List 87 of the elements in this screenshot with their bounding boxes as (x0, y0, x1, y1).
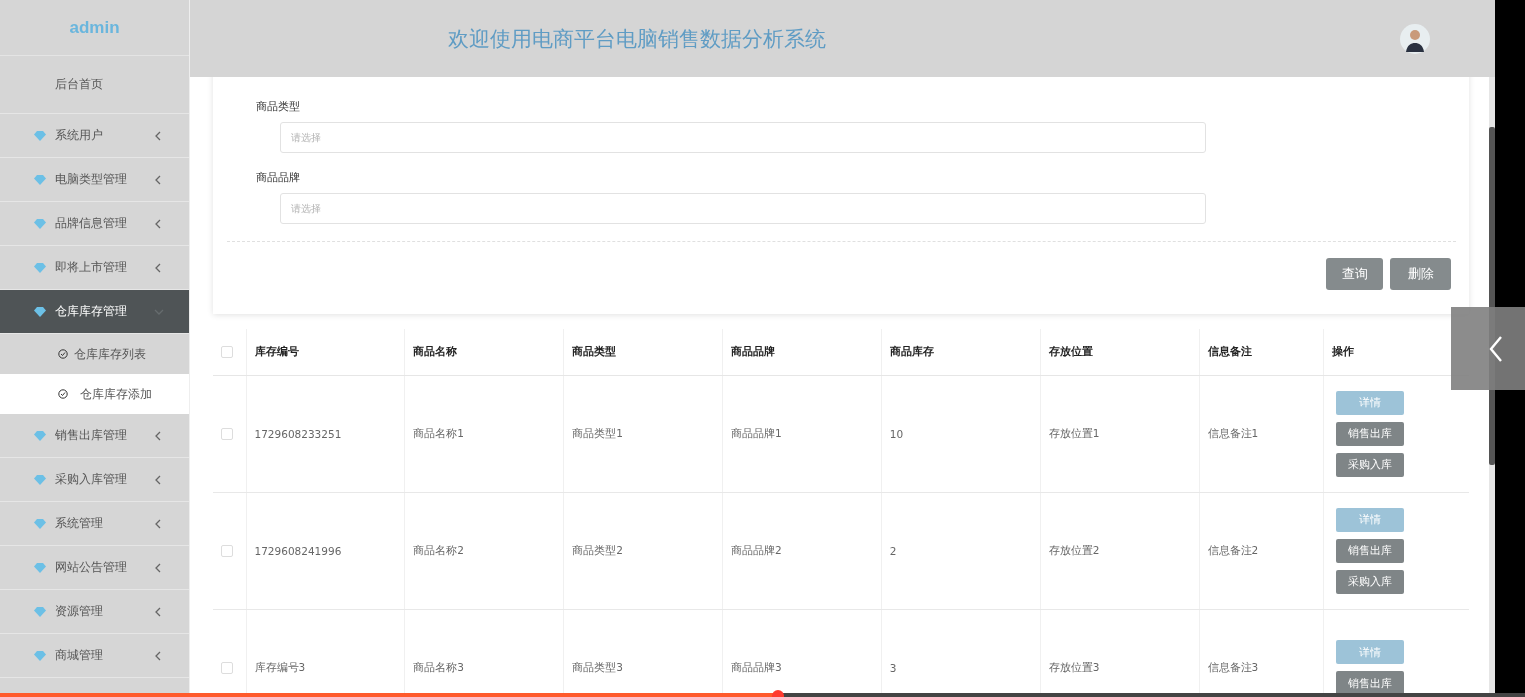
sidebar-item[interactable]: 销售出库管理 (0, 414, 189, 458)
chevron-left-icon (1489, 335, 1503, 362)
checkbox[interactable] (221, 545, 233, 557)
sidebar-item[interactable]: 仓库库存管理 (0, 290, 189, 334)
chevron-icon (155, 218, 161, 229)
chevron-icon (155, 262, 161, 273)
sidebar-item[interactable]: 网站公告管理 (0, 546, 189, 590)
checkbox[interactable] (221, 428, 233, 440)
chevron-icon (155, 430, 161, 441)
table-cell: 商品名称2 (413, 543, 464, 556)
table-cell: 存放位置1 (1048, 426, 1100, 439)
sidebar-item[interactable]: 系统用户 (0, 114, 189, 158)
table-cell: 商品品牌3 (731, 660, 782, 673)
select-field[interactable]: 请选择 (280, 193, 1206, 224)
table-cell: 10 (889, 427, 904, 440)
table-cell: 信息备注2 (1207, 543, 1259, 556)
table-cell: 3 (889, 661, 897, 674)
table-cell: 商品类型3 (572, 660, 623, 673)
action-button[interactable]: 采购入库 (1335, 569, 1404, 594)
diamond-icon (34, 430, 46, 441)
column-header: 商品品牌 (731, 344, 775, 357)
field-label: 商品品牌 (256, 170, 301, 185)
table-cell: 商品名称1 (413, 426, 464, 439)
brand-name: admin (0, 0, 189, 56)
column-header: 商品名称 (413, 344, 458, 357)
diamond-icon (34, 606, 46, 617)
sidebar-item[interactable]: 商城管理 (0, 634, 189, 678)
check-circle-icon (58, 349, 68, 359)
table-cell: 信息备注3 (1207, 660, 1259, 673)
checkbox[interactable] (221, 662, 233, 674)
column-header: 操作 (1331, 344, 1354, 357)
diamond-icon (34, 306, 46, 317)
table-cell: 库存编号3 (254, 660, 306, 673)
diamond-icon (34, 262, 46, 273)
sidebar-item[interactable]: 采购入库管理 (0, 458, 189, 502)
diamond-icon (34, 130, 46, 141)
action-button[interactable]: 采购入库 (1335, 452, 1404, 477)
action-button[interactable]: 销售出库 (1335, 421, 1404, 446)
diamond-icon (34, 650, 46, 661)
table-cell: 商品类型2 (572, 543, 623, 556)
action-button[interactable]: 销售出库 (1335, 538, 1404, 563)
checkbox[interactable] (221, 346, 233, 359)
column-header: 信息备注 (1207, 344, 1252, 357)
sidebar-item[interactable]: 资源管理 (0, 590, 189, 634)
table-cell: 2 (889, 544, 897, 557)
action-button[interactable]: 销售出库 (1335, 671, 1404, 695)
column-header: 商品库存 (889, 344, 934, 357)
sidebar-item[interactable]: 后台首页 (0, 56, 189, 114)
table-cell: 存放位置2 (1048, 543, 1100, 556)
table-cell: 存放位置3 (1048, 660, 1100, 673)
field-label: 商品类型 (256, 99, 301, 114)
table-cell: 商品名称3 (413, 660, 464, 673)
diamond-icon (34, 218, 46, 229)
column-header: 存放位置 (1048, 344, 1093, 357)
chevron-icon (155, 130, 161, 141)
diamond-icon (34, 174, 46, 185)
chevron-icon (154, 308, 164, 315)
column-header: 商品类型 (572, 344, 617, 357)
table-cell: 信息备注1 (1207, 426, 1259, 439)
video-progress-bar[interactable] (0, 693, 1525, 697)
submenu-item[interactable]: 仓库库存添加 (0, 374, 189, 414)
sidebar-item[interactable]: 系统管理 (0, 502, 189, 546)
diamond-icon (34, 518, 46, 529)
chevron-icon (155, 606, 161, 617)
select-field[interactable]: 请选择 (280, 122, 1206, 153)
chevron-icon (155, 650, 161, 661)
chevron-icon (155, 174, 161, 185)
table-cell: 1729608241996 (254, 544, 342, 557)
table-cell: 商品品牌2 (731, 543, 782, 556)
drawer-toggle[interactable] (1451, 307, 1525, 390)
chevron-icon (155, 518, 161, 529)
diamond-icon (34, 562, 46, 573)
sidebar-item[interactable]: 电脑类型管理 (0, 158, 189, 202)
chevron-icon (155, 562, 161, 573)
table-cell: 商品品牌1 (731, 426, 782, 439)
table-cell: 商品类型1 (572, 426, 623, 439)
diamond-icon (34, 474, 46, 485)
form-button[interactable]: 查询 (1326, 258, 1383, 290)
chevron-icon (155, 474, 161, 485)
avatar-icon[interactable] (1400, 23, 1430, 54)
table-cell: 1729608233251 (254, 427, 342, 440)
sidebar-item[interactable]: 品牌信息管理 (0, 202, 189, 246)
check-circle-icon (58, 389, 68, 399)
column-header: 库存编号 (254, 344, 299, 357)
page-title: 欢迎使用电商平台电脑销售数据分析系统 (448, 25, 827, 53)
form-button[interactable]: 删除 (1390, 258, 1451, 290)
progress-handle[interactable] (771, 690, 784, 697)
